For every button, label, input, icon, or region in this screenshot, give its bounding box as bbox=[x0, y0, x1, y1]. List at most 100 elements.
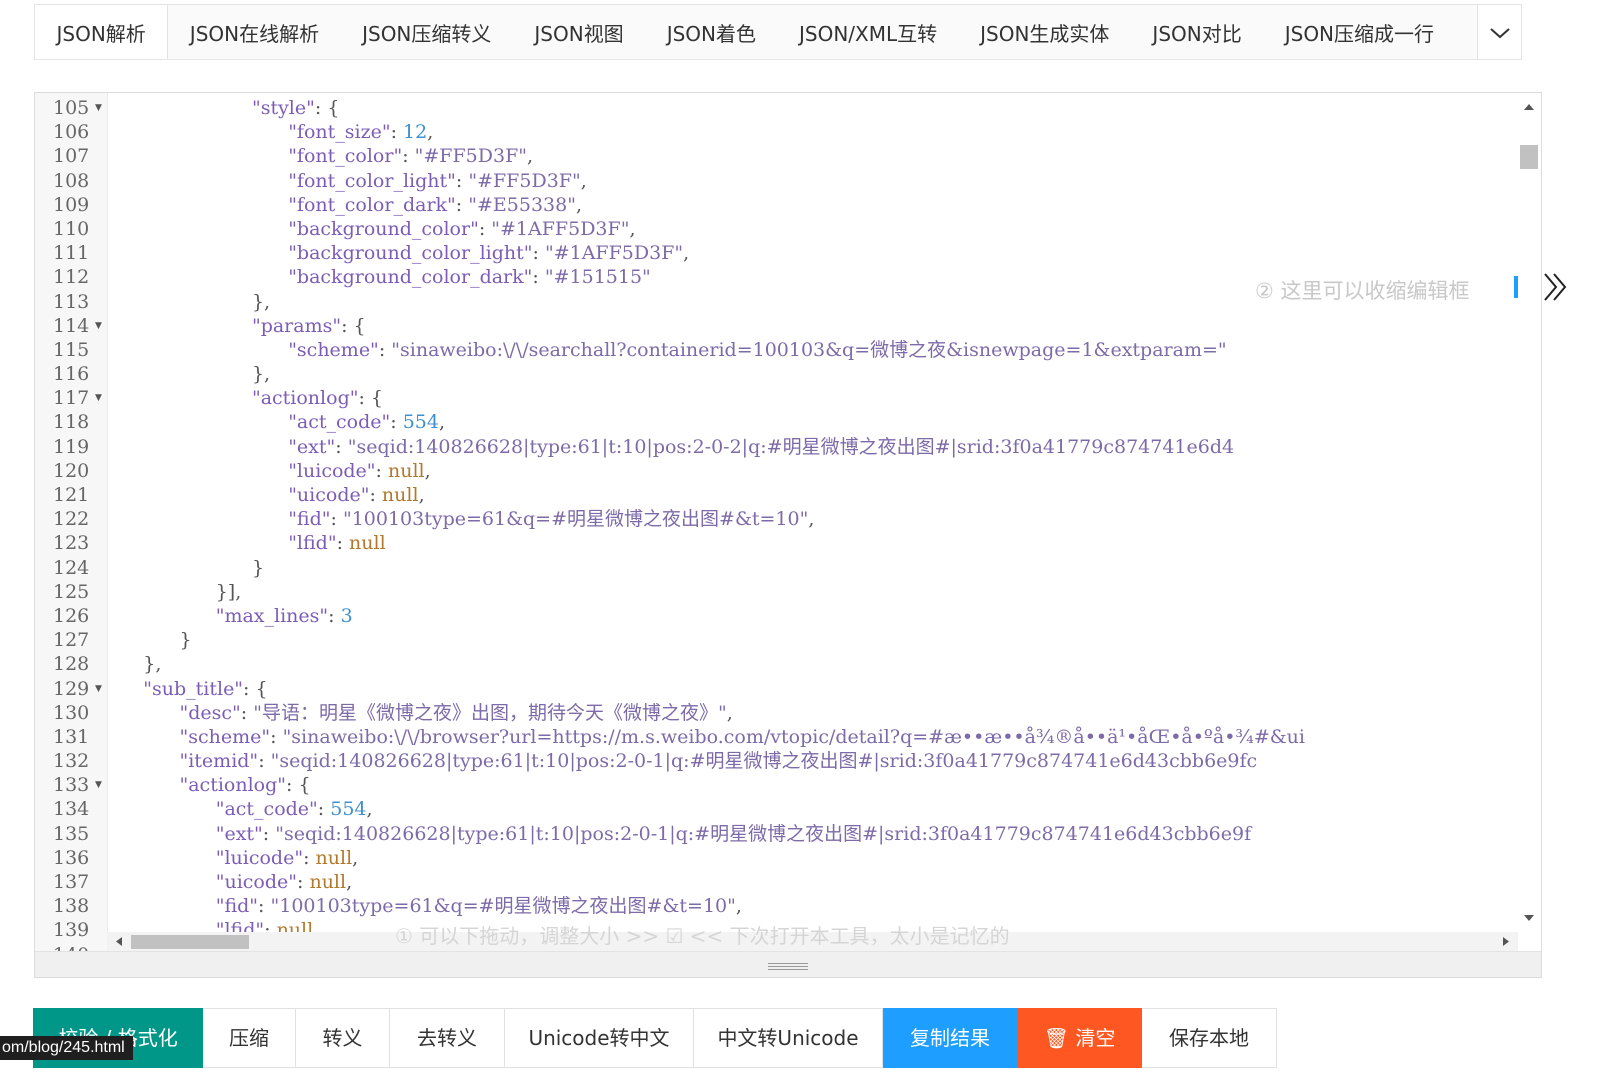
action-button[interactable]: 压缩 bbox=[203, 1008, 296, 1068]
code-token: "font_color_light" bbox=[288, 169, 456, 192]
code-line: "luicode": null, bbox=[107, 459, 1518, 483]
code-line: "act_code": 554, bbox=[107, 410, 1518, 434]
status-url: om/blog/245.html bbox=[0, 1036, 133, 1060]
code-token: "params" bbox=[251, 314, 342, 337]
vertical-scroll-thumb[interactable] bbox=[1520, 145, 1538, 169]
code-token: : { bbox=[341, 314, 366, 337]
line-number: 133 ▼ bbox=[53, 773, 102, 797]
tab-item[interactable]: JSON压缩成一行 bbox=[1263, 5, 1455, 59]
action-button[interactable]: 转义 bbox=[296, 1008, 390, 1068]
code-line: "itemid": "seqid:140826628|type:61|t:10|… bbox=[107, 749, 1518, 773]
collapse-panel-icon[interactable] bbox=[1540, 270, 1570, 304]
fold-toggle-icon[interactable]: ▼ bbox=[95, 677, 102, 701]
line-number: 122 bbox=[53, 508, 90, 531]
code-token: }, bbox=[251, 290, 271, 313]
line-number: 120 bbox=[53, 459, 90, 482]
code-token: , bbox=[527, 145, 534, 168]
line-number: 134 bbox=[53, 798, 90, 821]
json-editor[interactable]: 105 ▼ 106 107 108 109 110 111 112 113 114 ▼ 115 116 11… bbox=[34, 92, 1542, 978]
code-token: "100103type=61&q=#明星微博之夜出图#&t=10" bbox=[342, 508, 809, 531]
fold-toggle-icon[interactable]: ▼ bbox=[95, 386, 102, 410]
code-token: , bbox=[735, 895, 742, 918]
tab-item[interactable]: JSON在线解析 bbox=[168, 5, 340, 59]
line-number: 115 bbox=[53, 338, 90, 361]
action-button[interactable]: 🗑 清空 bbox=[1018, 1008, 1142, 1068]
fold-toggle-icon[interactable]: ▼ bbox=[95, 773, 102, 797]
code-token: : bbox=[478, 217, 492, 240]
horizontal-scroll-thumb[interactable] bbox=[131, 935, 249, 949]
code-token: : bbox=[258, 895, 271, 918]
code-token: "style" bbox=[251, 97, 315, 119]
fold-toggle-icon[interactable]: ▼ bbox=[95, 314, 102, 338]
tab-item[interactable]: JSON生成实体 bbox=[959, 5, 1131, 59]
action-button[interactable]: 中文转Unicode bbox=[694, 1008, 883, 1068]
code-token: }, bbox=[251, 363, 271, 386]
code-token: , bbox=[346, 871, 353, 893]
code-token: "scheme" bbox=[179, 725, 271, 748]
scroll-down-icon[interactable] bbox=[1517, 908, 1541, 928]
code-token: "actionlog" bbox=[179, 774, 286, 797]
code-line: "ext": "seqid:140826628|type:61|t:10|pos… bbox=[107, 435, 1518, 459]
code-token: : bbox=[258, 750, 271, 773]
vertical-scrollbar[interactable] bbox=[1517, 93, 1541, 932]
code-token: , bbox=[575, 193, 582, 216]
code-token: "act_code" bbox=[288, 411, 391, 434]
tab-item[interactable]: JSON解析 bbox=[35, 5, 169, 59]
chevron-down-icon bbox=[1489, 28, 1510, 39]
line-number: 110 bbox=[53, 217, 90, 240]
code-line: "actionlog": { bbox=[107, 773, 1518, 797]
code-token: "luicode" bbox=[215, 846, 304, 869]
more-tabs-button[interactable] bbox=[1477, 5, 1521, 59]
code-line: "ext": "seqid:140826628|type:61|t:10|pos… bbox=[107, 822, 1518, 846]
line-number: 111 bbox=[53, 242, 90, 265]
tab-item[interactable]: JSON着色 bbox=[645, 5, 777, 59]
code-token: : bbox=[532, 242, 545, 265]
code-token: "#E55338" bbox=[468, 193, 576, 216]
resize-hint: ① 可以下拖动，调整大小 >> ☑ << 下次打开本工具，太小是记忆的 bbox=[395, 924, 1010, 948]
action-button[interactable]: 保存本地 bbox=[1142, 1008, 1277, 1068]
code-token: "#151515" bbox=[544, 266, 651, 289]
code-token: 554 bbox=[330, 798, 367, 821]
code-line: "font_size": 12, bbox=[107, 120, 1518, 144]
scroll-right-icon[interactable] bbox=[1496, 932, 1516, 951]
code-token: , bbox=[366, 798, 373, 821]
code-token: : bbox=[330, 508, 343, 531]
code-token: : { bbox=[358, 387, 383, 410]
line-number: 128 bbox=[53, 653, 90, 676]
line-number: 114 ▼ bbox=[53, 314, 102, 338]
line-number: 109 bbox=[53, 193, 90, 216]
line-number: 121 bbox=[53, 484, 90, 506]
code-token: "desc" bbox=[179, 701, 241, 724]
code-line: "params": { bbox=[107, 314, 1518, 338]
scroll-left-icon[interactable] bbox=[109, 932, 129, 951]
grip-icon bbox=[768, 963, 808, 972]
scroll-up-icon[interactable] bbox=[1517, 97, 1541, 117]
code-token: : bbox=[390, 411, 403, 434]
line-number: 139 bbox=[53, 919, 90, 942]
tab-list: JSON解析 JSON在线解析 JSON压缩转义 JSON视图 JSON着色 JSON/X… bbox=[35, 5, 1521, 59]
code-area[interactable]: "style": { "font_size": 12, "font_color"… bbox=[107, 93, 1518, 935]
code-line: "uicode": null, bbox=[107, 483, 1518, 507]
action-button[interactable]: 去转义 bbox=[390, 1008, 505, 1068]
fold-toggle-icon[interactable]: ▼ bbox=[95, 96, 102, 120]
editor-resize-handle[interactable] bbox=[35, 951, 1541, 977]
line-number: 127 bbox=[53, 629, 90, 652]
code-line: "font_color": "#FF5D3F", bbox=[107, 144, 1518, 168]
code-line: "uicode": null, bbox=[107, 870, 1518, 894]
line-number: 130 bbox=[53, 701, 90, 724]
code-line: "style": { bbox=[107, 96, 1518, 120]
tab-item[interactable]: JSON视图 bbox=[513, 5, 645, 59]
code-line: } bbox=[107, 628, 1518, 652]
code-token: "act_code" bbox=[215, 798, 318, 821]
code-line: }, bbox=[107, 652, 1518, 676]
code-token: , bbox=[726, 701, 733, 724]
tab-item[interactable]: JSON/XML互转 bbox=[777, 5, 958, 59]
code-token: , bbox=[808, 508, 815, 531]
action-button[interactable]: 复制结果 bbox=[883, 1008, 1018, 1068]
code-token: : bbox=[369, 484, 382, 506]
code-token: "ext" bbox=[215, 822, 263, 845]
action-button[interactable]: Unicode转中文 bbox=[505, 1008, 694, 1068]
tab-item[interactable]: JSON压缩转义 bbox=[341, 5, 513, 59]
code-token: "sinaweibo:\/\/searchall?containerid=100… bbox=[391, 338, 1227, 361]
tab-item[interactable]: JSON对比 bbox=[1131, 5, 1263, 59]
